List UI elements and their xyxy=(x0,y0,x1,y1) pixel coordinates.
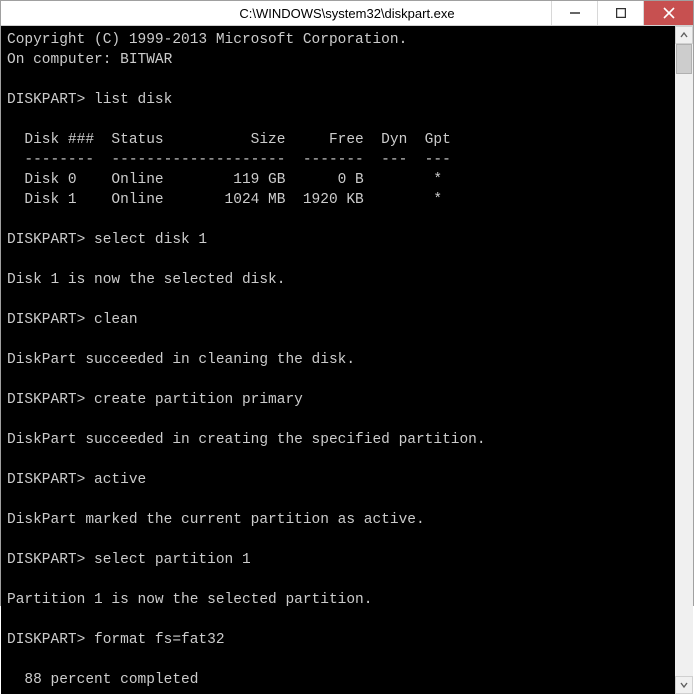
console-line xyxy=(7,490,669,510)
console-line: DISKPART> select partition 1 xyxy=(7,550,669,570)
console-line: DiskPart succeeded in cleaning the disk. xyxy=(7,350,669,370)
titlebar[interactable]: C:\WINDOWS\system32\diskpart.exe xyxy=(1,1,693,26)
console-line xyxy=(7,610,669,630)
console-line: 88 percent completed xyxy=(7,670,669,690)
console-line: Copyright (C) 1999-2013 Microsoft Corpor… xyxy=(7,30,669,50)
close-button[interactable] xyxy=(643,1,693,25)
console-line xyxy=(7,410,669,430)
console-line: On computer: BITWAR xyxy=(7,50,669,70)
console-line: DiskPart succeeded in creating the speci… xyxy=(7,430,669,450)
console-line xyxy=(7,250,669,270)
console-line xyxy=(7,70,669,90)
console-line: DISKPART> clean xyxy=(7,310,669,330)
console-line: Partition 1 is now the selected partitio… xyxy=(7,590,669,610)
scroll-up-button[interactable] xyxy=(675,26,693,44)
vertical-scrollbar[interactable] xyxy=(675,26,693,694)
window-title: C:\WINDOWS\system32\diskpart.exe xyxy=(239,6,454,21)
console-line xyxy=(7,530,669,550)
console-line: DISKPART> list disk xyxy=(7,90,669,110)
console-line: DISKPART> format fs=fat32 xyxy=(7,630,669,650)
console-line xyxy=(7,370,669,390)
console-line xyxy=(7,290,669,310)
minimize-button[interactable] xyxy=(551,1,597,25)
console-line: DISKPART> active xyxy=(7,470,669,490)
console-line xyxy=(7,110,669,130)
console-line xyxy=(7,450,669,470)
console-area: Copyright (C) 1999-2013 Microsoft Corpor… xyxy=(1,26,693,694)
chevron-down-icon xyxy=(680,681,688,689)
console-line xyxy=(7,650,669,670)
console-line: DiskPart marked the current partition as… xyxy=(7,510,669,530)
scroll-down-button[interactable] xyxy=(675,676,693,694)
console-line: Disk ### Status Size Free Dyn Gpt xyxy=(7,130,669,150)
console-line: Disk 1 is now the selected disk. xyxy=(7,270,669,290)
scrollbar-thumb[interactable] xyxy=(676,44,692,74)
console-line xyxy=(7,570,669,590)
chevron-up-icon xyxy=(680,31,688,39)
maximize-icon xyxy=(616,8,626,18)
console-line: DISKPART> create partition primary xyxy=(7,390,669,410)
scrollbar-track[interactable] xyxy=(675,44,693,676)
console-window: C:\WINDOWS\system32\diskpart.exe Copyrig… xyxy=(0,0,694,606)
console-output[interactable]: Copyright (C) 1999-2013 Microsoft Corpor… xyxy=(1,26,675,694)
console-line: DISKPART> select disk 1 xyxy=(7,230,669,250)
close-icon xyxy=(663,7,675,19)
minimize-icon xyxy=(570,8,580,18)
console-line: -------- -------------------- ------- --… xyxy=(7,150,669,170)
console-line: Disk 0 Online 119 GB 0 B * xyxy=(7,170,669,190)
maximize-button[interactable] xyxy=(597,1,643,25)
console-line xyxy=(7,210,669,230)
console-line: Disk 1 Online 1024 MB 1920 KB * xyxy=(7,190,669,210)
window-controls xyxy=(551,1,693,25)
console-line xyxy=(7,330,669,350)
